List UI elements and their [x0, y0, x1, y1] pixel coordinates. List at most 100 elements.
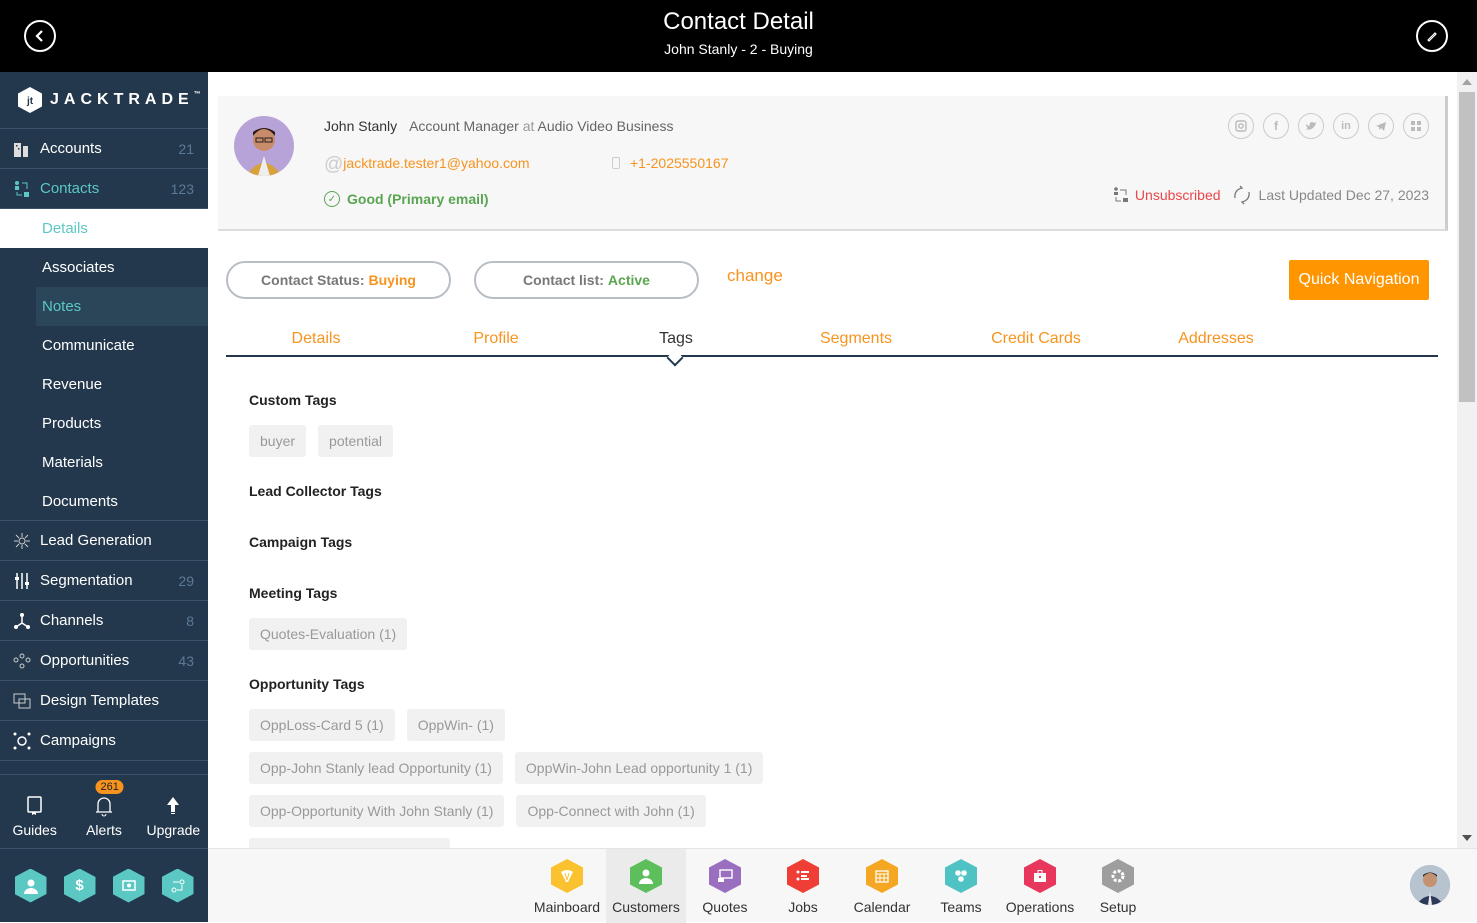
refresh-icon[interactable] — [1231, 184, 1253, 206]
custom-tags-list: buyer potential — [249, 425, 769, 457]
contact-company[interactable]: Audio Video Business — [538, 118, 674, 134]
app-mainboard[interactable]: Mainboard — [527, 849, 607, 923]
twitter-icon[interactable] — [1298, 113, 1324, 139]
pencil-icon — [1427, 32, 1437, 42]
tag-chip[interactable]: Opp-Opportunity With John Stanly (1) — [249, 795, 505, 827]
contact-headline: John Stanly Account Manager at Audio Vid… — [324, 118, 673, 134]
upgrade-button[interactable]: Upgrade — [139, 775, 208, 848]
tab-profile[interactable]: Profile — [406, 322, 586, 355]
sidebar-item-contacts[interactable]: Contacts 123 — [0, 169, 208, 209]
linkedin-icon[interactable]: in — [1333, 113, 1359, 139]
app-operations[interactable]: Operations — [1000, 849, 1080, 923]
contact-phone[interactable]: +1-2025550167 — [612, 155, 729, 171]
lead-collector-tags-title: Lead Collector Tags — [249, 483, 382, 499]
contact-email[interactable]: @jacktrade.tester1@yahoo.com — [324, 154, 530, 176]
tag-chip[interactable]: OppLoss-Card 5 (1) — [249, 709, 395, 741]
more-apps-icon[interactable] — [1403, 113, 1429, 139]
sidebar-item-accounts[interactable]: Accounts 21 — [0, 129, 208, 169]
tab-addresses[interactable]: Addresses — [1126, 322, 1306, 355]
scroll-thumb[interactable] — [1459, 92, 1475, 402]
page-title: Contact Detail — [663, 8, 814, 35]
lead-generation-icon — [12, 531, 32, 551]
sidebar-item-lead-generation[interactable]: Lead Generation — [0, 521, 208, 561]
sidebar-subitem-notes[interactable]: Notes — [36, 287, 208, 326]
sidebar-item-label: Accounts — [40, 140, 102, 157]
sidebar-subitem-products[interactable]: Products — [0, 404, 208, 443]
sidebar-subitem-details[interactable]: Details — [0, 209, 208, 248]
design-templates-icon — [12, 691, 32, 711]
sidebar-subitem-materials[interactable]: Materials — [0, 443, 208, 482]
app-teams[interactable]: Teams — [921, 849, 1001, 923]
sidebar-subitem-communicate[interactable]: Communicate — [0, 326, 208, 365]
tab-segments[interactable]: Segments — [766, 322, 946, 355]
sidebar-subitem-associates[interactable]: Associates — [0, 248, 208, 287]
sidebar-subitem-revenue[interactable]: Revenue — [0, 365, 208, 404]
telegram-icon[interactable] — [1368, 113, 1394, 139]
jacktrade-logo-icon: jt — [18, 87, 42, 113]
tag-chip[interactable]: Quotes-Evaluation (1) — [249, 618, 408, 650]
tab-credit-cards[interactable]: Credit Cards — [946, 322, 1126, 355]
guides-button[interactable]: Guides — [0, 775, 69, 848]
person-app-icon[interactable] — [14, 868, 47, 903]
change-link[interactable]: change — [727, 266, 783, 286]
app-label: Quotes — [702, 899, 748, 915]
tag-chip[interactable]: Opp-Connect with John (1) — [516, 795, 706, 827]
tag-chip[interactable]: Opp-John Stanly lead Opportunity (1) — [249, 752, 503, 784]
sidebar-item-label: Contacts — [40, 180, 100, 197]
alerts-button[interactable]: 261 Alerts — [69, 775, 138, 848]
scroll-down-arrow[interactable] — [1462, 835, 1472, 841]
contact-list-pill[interactable]: Contact list: Active — [474, 261, 699, 299]
app-quotes[interactable]: Quotes — [685, 849, 765, 923]
workflow-app-icon[interactable] — [161, 868, 194, 903]
tag-chip[interactable]: OppWin- (1) — [406, 709, 505, 741]
meeting-tags-title: Meeting Tags — [249, 585, 338, 601]
brand-name: JACKTRADE™ — [50, 91, 201, 108]
sidebar-subitem-documents[interactable]: Documents — [0, 482, 208, 521]
money-app-icon[interactable] — [112, 868, 145, 903]
quick-navigation-button[interactable]: Quick Navigation — [1289, 260, 1429, 300]
edit-button[interactable] — [1416, 20, 1448, 52]
tag-chip[interactable]: Opp-15000 in opportunity (1) — [249, 838, 450, 848]
contact-phone-value: +1-2025550167 — [630, 155, 729, 171]
contact-list-value: Active — [607, 272, 650, 288]
opportunity-tags-title: Opportunity Tags — [249, 676, 365, 692]
main-scrollbar[interactable] — [1457, 72, 1477, 848]
sidebar-item-design-templates[interactable]: Design Templates — [0, 681, 208, 721]
sidebar-item-channels[interactable]: Channels 8 — [0, 601, 208, 641]
dollar-app-icon[interactable]: $ — [63, 868, 96, 903]
sidebar-item-count: 43 — [178, 652, 194, 669]
user-avatar[interactable] — [1410, 865, 1450, 905]
facebook-icon[interactable]: f — [1263, 113, 1289, 139]
app-jobs[interactable]: Jobs — [763, 849, 843, 923]
tags-panel: Custom Tags buyer potential Lead Collecto… — [249, 392, 1429, 848]
book-icon — [26, 796, 42, 815]
at-icon: @ — [324, 154, 344, 175]
app-calendar[interactable]: Calendar — [842, 849, 922, 923]
app-setup[interactable]: Setup — [1078, 849, 1158, 923]
sidebar-item-segmentation[interactable]: Segmentation 29 — [0, 561, 208, 601]
social-links: f in — [1228, 113, 1429, 139]
guides-label: Guides — [12, 822, 57, 838]
scroll-up-arrow[interactable] — [1462, 79, 1472, 85]
campaigns-icon — [12, 731, 32, 751]
contact-status-pill[interactable]: Contact Status: Buying — [226, 261, 451, 299]
app-label: Setup — [1099, 899, 1137, 915]
contact-avatar[interactable] — [234, 116, 294, 176]
sidebar-quick-apps: $ — [0, 849, 208, 922]
custom-tags-title: Custom Tags — [249, 392, 337, 408]
sidebar-item-opportunities[interactable]: Opportunities 43 — [0, 641, 208, 681]
instagram-icon[interactable] — [1228, 113, 1254, 139]
sidebar-item-count: 123 — [170, 180, 194, 197]
sidebar: jt JACKTRADE™ Accounts 21 Contacts 123 D… — [0, 72, 208, 922]
tag-chip[interactable]: OppWin-John Lead opportunity 1 (1) — [514, 752, 764, 784]
tab-details[interactable]: Details — [226, 322, 406, 355]
app-customers[interactable]: Customers — [606, 849, 686, 923]
subscription-value[interactable]: Unsubscribed — [1135, 187, 1221, 203]
sidebar-item-count: 8 — [186, 612, 194, 629]
brand-logo[interactable]: jt JACKTRADE™ — [0, 72, 208, 129]
tag-chip[interactable]: potential — [318, 425, 393, 457]
tab-tags[interactable]: Tags — [586, 322, 766, 355]
sidebar-item-campaigns[interactable]: Campaigns — [0, 721, 208, 761]
tag-chip[interactable]: buyer — [249, 425, 307, 457]
page-subtitle: John Stanly - 2 - Buying — [664, 41, 813, 57]
